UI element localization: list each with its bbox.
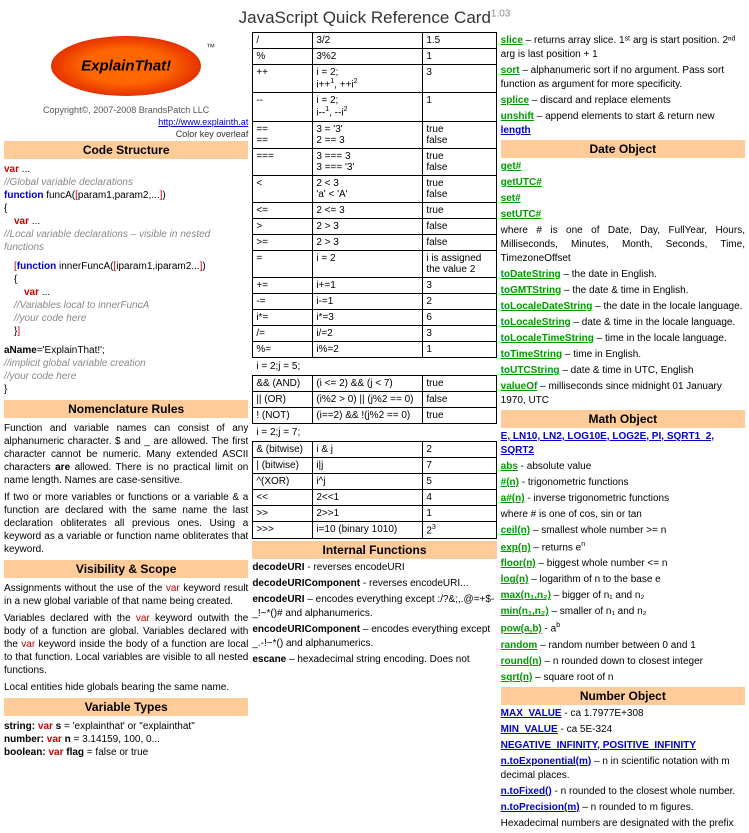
operator-table-2: && (AND)(i <= 2) && (j < 7)true|| (OR)(i… <box>252 375 496 424</box>
operator-table-3: & (bitwise)i & j2| (bitwise)i|j7^(XOR)i^… <box>252 441 496 539</box>
internal-funcs: decodeURI - reverses encodeURIdecodeURIC… <box>252 561 496 667</box>
heading-visibility: Visibility & Scope <box>4 560 248 578</box>
visibility-p3: Local entities hide globals bearing the … <box>4 681 248 694</box>
heading-date: Date Object <box>501 140 745 158</box>
site-link[interactable]: http://www.explainth.at <box>4 117 248 127</box>
copyright: Copyright©, 2007-2008 BrandsPatch LLC <box>4 105 248 115</box>
heading-code-structure: Code Structure <box>4 141 248 159</box>
stmt-1: i = 2;j = 5; <box>252 358 496 375</box>
code-block: var ... //Global variable declarations f… <box>4 161 248 398</box>
array-methods: slice – returns array slice. 1ˢᵗ arg is … <box>501 34 745 138</box>
heading-vartypes: Variable Types <box>4 698 248 716</box>
vartype-lines: string: var s = 'explainthat' or "explai… <box>4 718 248 761</box>
date-methods: get# getUTC# set# setUTC# where # is one… <box>501 160 745 408</box>
page-title: JavaScript Quick Reference Card1.03 <box>0 0 749 32</box>
heading-internal: Internal Functions <box>252 541 496 559</box>
column-middle: /3/21.5%3%21++i = 2;i++1, ++i23--i = 2;i… <box>252 32 496 833</box>
color-note: Color key overleaf <box>4 129 248 139</box>
column-left: ExplainThat! ™ Copyright©, 2007-2008 Bra… <box>4 32 248 833</box>
column-right: slice – returns array slice. 1ˢᵗ arg is … <box>501 32 745 833</box>
nomenclature-p2: If two or more variables or functions or… <box>4 491 248 556</box>
num-methods: MAX_VALUE - ca 1.7977E+308MIN_VALUE - ca… <box>501 707 745 831</box>
heading-math: Math Object <box>501 410 745 428</box>
logo: ExplainThat! ™ <box>51 36 201 96</box>
visibility-p2: Variables declared with the var keyword … <box>4 612 248 677</box>
visibility-p1: Assignments without the use of the var k… <box>4 582 248 608</box>
heading-nomenclature: Nomenclature Rules <box>4 400 248 418</box>
nomenclature-p1: Function and variable names can consist … <box>4 422 248 487</box>
stmt-2: i = 2;j = 7; <box>252 424 496 441</box>
heading-num: Number Object <box>501 687 745 705</box>
operator-table-1: /3/21.5%3%21++i = 2;i++1, ++i23--i = 2;i… <box>252 32 496 358</box>
math-methods: E, LN10, LN2, LOG10E, LOG2E, PI, SQRT1_2… <box>501 430 745 685</box>
